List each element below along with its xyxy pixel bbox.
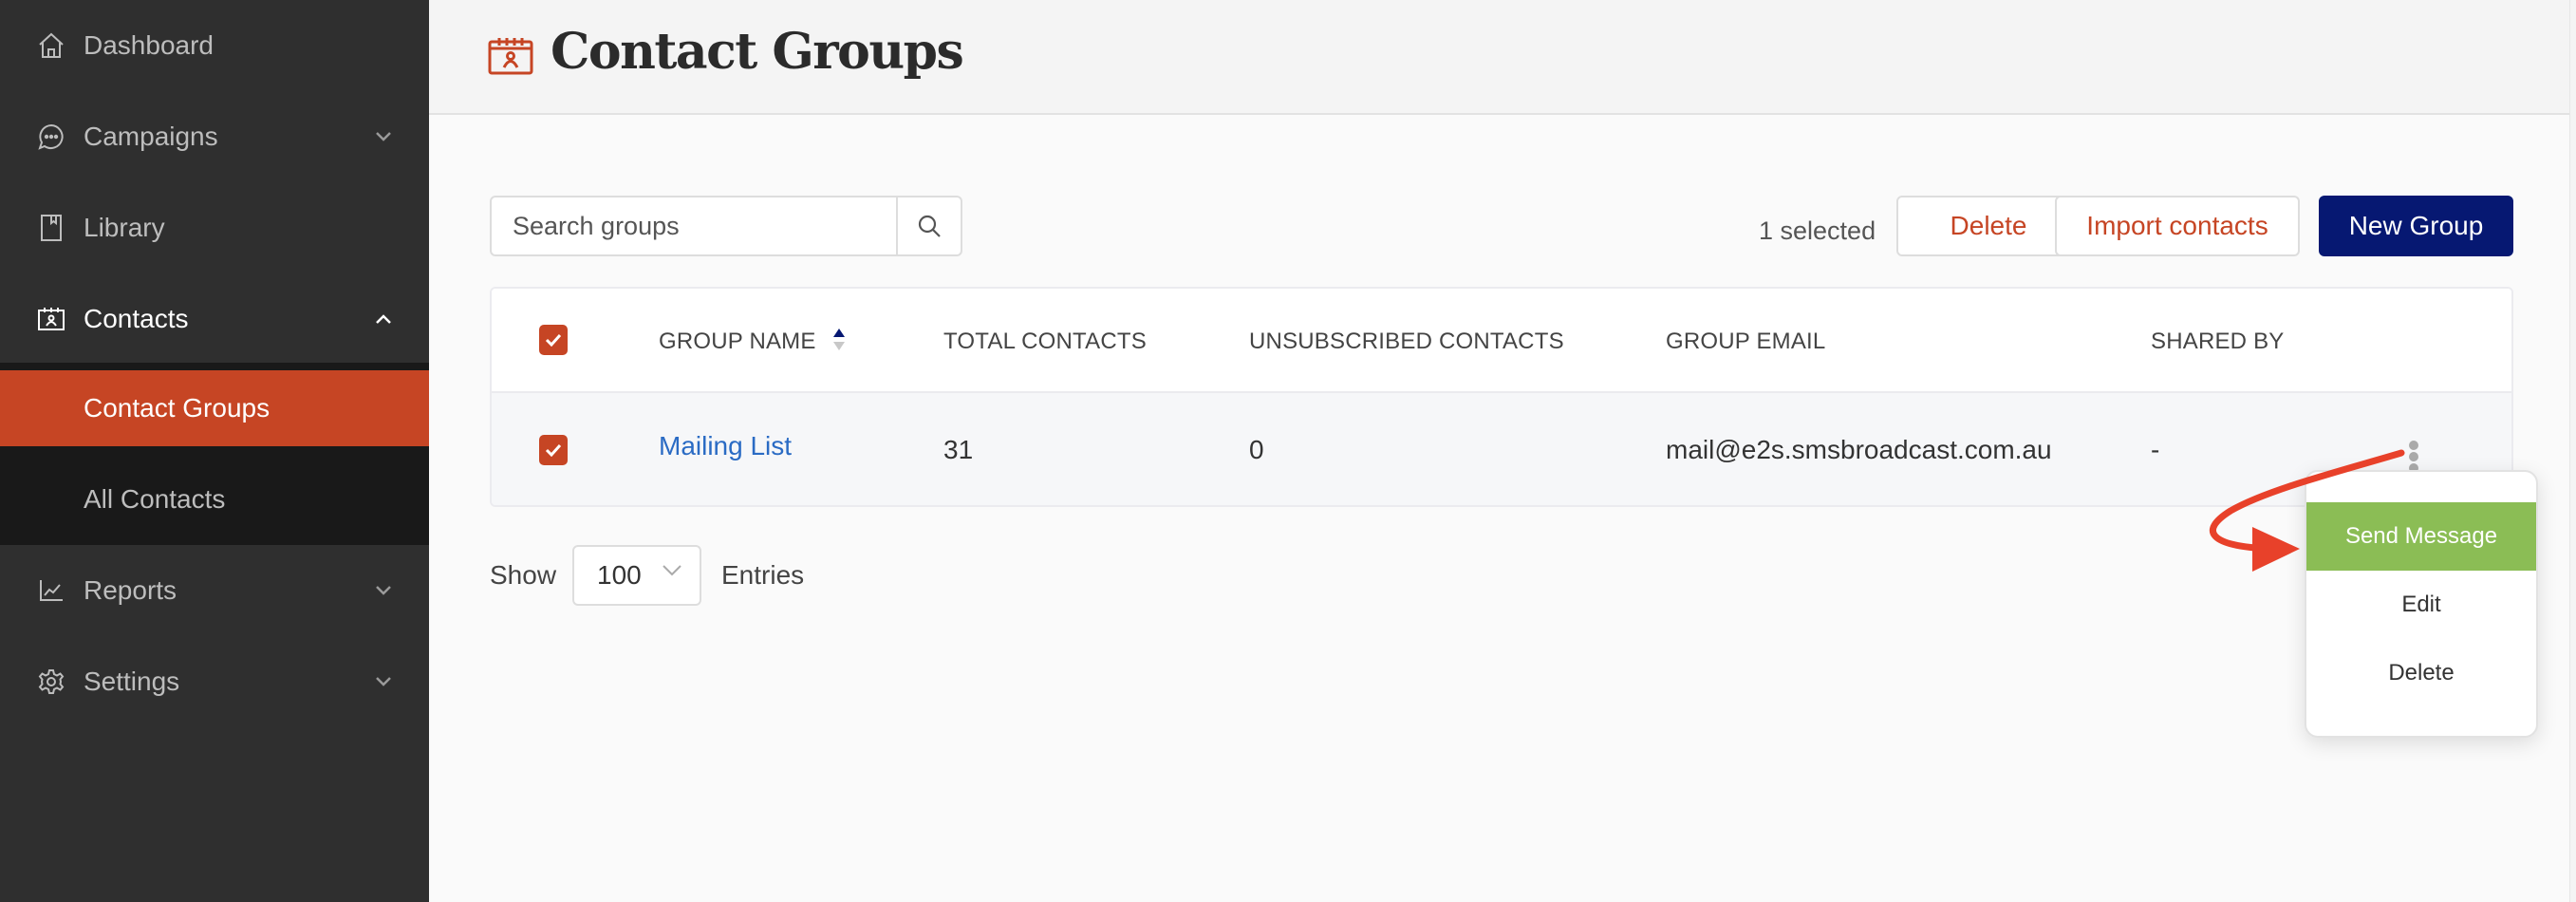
contacts-submenu: Contact Groups All Contacts [0, 363, 429, 545]
line-chart-icon [36, 575, 66, 606]
scrollbar[interactable] [2569, 0, 2576, 902]
new-group-button[interactable]: New Group [2319, 196, 2513, 256]
column-header-shared-by: SHARED BY [2151, 329, 2285, 354]
unsubscribed-contacts-cell: 0 [1249, 435, 1264, 464]
sort-ascending-icon[interactable] [831, 327, 847, 353]
selected-count: 1 selected [1759, 216, 1876, 245]
search-input[interactable] [492, 197, 896, 254]
check-icon [545, 443, 562, 457]
sidebar-item-library[interactable]: Library [0, 182, 429, 273]
search-button[interactable] [896, 197, 961, 254]
chevron-down-icon [662, 564, 682, 582]
page-title: Contact Groups [551, 23, 964, 81]
menu-item-delete[interactable]: Delete [2306, 639, 2536, 707]
chat-bubble-icon [36, 122, 66, 152]
show-label: Show [490, 560, 557, 590]
entries-label: Entries [721, 560, 805, 590]
book-icon [36, 213, 66, 243]
sidebar-item-label: Dashboard [84, 30, 214, 60]
total-contacts-cell: 31 [943, 435, 974, 464]
row-checkbox[interactable] [539, 435, 568, 465]
group-email-cell: mail@e2s.smsbroadcast.com.au [1666, 435, 2052, 464]
table-header: GROUP NAME TOTAL CONTACTS UNSUBSCRIBED C… [492, 289, 2511, 393]
menu-item-edit[interactable]: Edit [2306, 571, 2536, 639]
sidebar-item-label: Contact Groups [84, 393, 271, 423]
column-header-group-name[interactable]: GROUP NAME [659, 329, 816, 355]
row-actions-kebab-icon[interactable] [2407, 441, 2420, 473]
select-all-checkbox[interactable] [539, 325, 568, 355]
sidebar: Dashboard Campaigns Library Contacts Con… [0, 0, 429, 902]
sidebar-item-all-contacts[interactable]: All Contacts [0, 461, 429, 537]
groups-table: GROUP NAME TOTAL CONTACTS UNSUBSCRIBED C… [490, 287, 2513, 507]
column-header-total-contacts: TOTAL CONTACTS [943, 329, 1147, 354]
sidebar-item-contacts[interactable]: Contacts [0, 273, 429, 365]
sidebar-item-label: All Contacts [84, 484, 226, 514]
table-row: Mailing List 31 0 mail@e2s.smsbroadcast.… [492, 393, 2511, 505]
chevron-down-icon [372, 579, 395, 602]
contact-card-icon [488, 36, 533, 76]
search-icon [918, 215, 941, 237]
import-contacts-button[interactable]: Import contacts [2055, 196, 2300, 256]
gear-icon [36, 667, 66, 697]
sidebar-item-reports[interactable]: Reports [0, 545, 429, 636]
column-header-unsubscribed-contacts: UNSUBSCRIBED CONTACTS [1249, 329, 1564, 354]
sidebar-item-contact-groups[interactable]: Contact Groups [0, 370, 429, 446]
contact-card-icon [36, 304, 66, 334]
search-box [490, 196, 962, 256]
home-icon [36, 30, 66, 61]
delete-button[interactable]: Delete [1896, 196, 2081, 256]
sidebar-item-settings[interactable]: Settings [0, 636, 429, 727]
entries-per-page-select[interactable]: 100 [572, 545, 701, 606]
sidebar-item-label: Contacts [84, 304, 189, 333]
sidebar-item-label: Settings [84, 667, 180, 696]
chevron-up-icon [372, 308, 395, 330]
page-header: Contact Groups [429, 0, 2576, 115]
sidebar-item-label: Reports [84, 575, 177, 605]
sidebar-item-dashboard[interactable]: Dashboard [0, 0, 429, 91]
entries-per-page-value: 100 [597, 560, 642, 590]
check-icon [545, 333, 562, 347]
menu-item-send-message[interactable]: Send Message [2306, 502, 2536, 571]
chevron-down-icon [372, 670, 395, 693]
shared-by-cell: - [2151, 435, 2160, 464]
group-name-link[interactable]: Mailing List [659, 431, 792, 461]
sidebar-item-label: Campaigns [84, 122, 218, 151]
sidebar-item-campaigns[interactable]: Campaigns [0, 91, 429, 182]
sidebar-item-label: Library [84, 213, 165, 242]
chevron-down-icon [372, 125, 395, 148]
column-header-group-email: GROUP EMAIL [1666, 329, 1826, 354]
row-actions-menu: Send Message Edit Delete [2305, 470, 2538, 738]
